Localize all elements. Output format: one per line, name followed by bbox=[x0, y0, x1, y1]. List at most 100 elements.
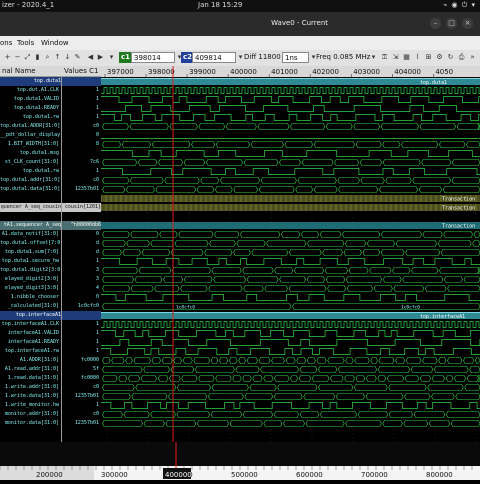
signal-name-row[interactable]: 1.write_monitor.hw bbox=[0, 401, 59, 410]
waveform-pane[interactable]: 3970003980003990004000004010004020004030… bbox=[101, 66, 480, 442]
signal-name-row[interactable]: top.duta1.ADDR[31:0] bbox=[0, 122, 59, 131]
cursor2-field[interactable]: 409814 bbox=[192, 52, 236, 63]
maximize-button[interactable]: □ bbox=[446, 18, 457, 29]
bus-value-segment bbox=[339, 187, 378, 193]
signal-name-row[interactable]: top.duta1 bbox=[0, 77, 61, 86]
signal-icon[interactable]: ⊞ bbox=[424, 53, 433, 62]
bookmark-icon[interactable]: ▾ bbox=[107, 53, 116, 62]
freq-dropdown-icon[interactable]: ▾ bbox=[369, 53, 378, 62]
signal-name-row[interactable]: monitor.data[31:0] bbox=[0, 419, 59, 428]
signal-name-row[interactable]: top.duta1.rw bbox=[0, 167, 59, 176]
signal-name-row[interactable]: interfaceA1.READY bbox=[0, 338, 59, 347]
bus-value-segment bbox=[374, 286, 392, 292]
signal-name-row[interactable]: 1.write.data[31:0] bbox=[0, 392, 59, 401]
signal-name-row[interactable]: quencer A_seq_cousin bbox=[0, 203, 61, 212]
signal-name-row[interactable]: 1.read.data[31:0] bbox=[0, 374, 59, 383]
signal-name-row[interactable]: top.duta1.VALID bbox=[0, 95, 59, 104]
signal-name-row[interactable]: 1.nibble_chooser bbox=[0, 293, 59, 302]
more-icon[interactable]: » bbox=[468, 53, 477, 62]
prev-edge-icon[interactable]: ◀ bbox=[86, 53, 95, 62]
signal-value-row: 12357b01 bbox=[62, 419, 99, 428]
bus-value-segment bbox=[275, 268, 293, 274]
zoom-in-icon[interactable]: + bbox=[3, 53, 12, 62]
zoom-out-icon[interactable]: − bbox=[13, 53, 22, 62]
values-pane[interactable]: 1111c0087c61c012357b01cousin{1201}^h0000… bbox=[61, 77, 102, 442]
signal-name-row[interactable]: A1.ADDR[31:0] bbox=[0, 356, 59, 365]
signal-name-row[interactable]: interfaceA1.VALID bbox=[0, 329, 59, 338]
signal-name-row[interactable]: 1.write.addr[31:0] bbox=[0, 383, 59, 392]
signal-name-row[interactable]: top.interfaceA1.CLK bbox=[0, 320, 59, 329]
bus-value-segment bbox=[103, 376, 118, 382]
settings-icon[interactable]: ⚙ bbox=[435, 53, 444, 62]
signal-name-row[interactable]: 1.BIT_WIDTH[31:0] bbox=[0, 140, 59, 149]
marker-icon[interactable]: ▮ bbox=[33, 53, 42, 62]
signal-name-row[interactable] bbox=[0, 212, 59, 221]
signal-name-row[interactable]: _calculated[31:0] bbox=[0, 302, 59, 311]
arrow-down-icon[interactable]: ↓ bbox=[63, 53, 72, 62]
expand-icon[interactable]: ⇲ bbox=[391, 53, 400, 62]
bus-value-segment bbox=[219, 358, 227, 364]
signal-name-row[interactable]: top.duta1.rw bbox=[0, 113, 59, 122]
signal-name-row[interactable]: top.duta1.msg bbox=[0, 149, 59, 158]
waveform-canvas[interactable]: 3970003980003990004000004010004020004030… bbox=[101, 66, 480, 442]
values-header[interactable]: Values C1 bbox=[61, 66, 101, 77]
lock-icon[interactable]: ⚿ bbox=[380, 53, 389, 62]
grid-icon[interactable]: ▦ bbox=[402, 53, 411, 62]
digital-waveform bbox=[101, 259, 480, 265]
time-unit-select[interactable]: 1ns bbox=[282, 52, 309, 63]
signal-name-row[interactable]: top.duta1.digit2[3:0] bbox=[0, 266, 59, 275]
signal-name-row[interactable]: monitor.addr[31:0] bbox=[0, 410, 59, 419]
waveform-icon[interactable]: ⌇ bbox=[413, 53, 422, 62]
bus-value-segment bbox=[103, 250, 122, 256]
search-icon[interactable]: ⌕ bbox=[43, 53, 52, 62]
zoom-fit-icon[interactable]: ⤢ bbox=[23, 53, 32, 62]
print-icon[interactable]: ⎙ bbox=[457, 53, 466, 62]
system-clock[interactable]: Jan 18 15:29 bbox=[198, 1, 242, 9]
signal-name-row[interactable]: elayed_digit2[3:0] bbox=[0, 275, 59, 284]
refresh-icon[interactable]: ↻ bbox=[446, 53, 455, 62]
signal-name-row[interactable]: A1.data_notif[31:0] bbox=[0, 230, 59, 239]
signal-name-row[interactable]: top.duta1.offset[7:0] bbox=[0, 239, 59, 248]
signal-name-row[interactable]: top.interfaceA1.rw bbox=[0, 347, 59, 356]
bus-value-segment bbox=[124, 412, 149, 418]
next-edge-icon[interactable]: ▶ bbox=[96, 53, 105, 62]
signal-name-header[interactable]: nal Name bbox=[0, 66, 61, 77]
bus-value-segment bbox=[103, 124, 129, 130]
bus-value-segment bbox=[103, 178, 129, 184]
bus-value-segment bbox=[467, 376, 479, 382]
signal-name-row[interactable]: top.duta1.addr[31:0] bbox=[0, 176, 59, 185]
signal-name-row[interactable]: elayed_digit3[3:0] bbox=[0, 284, 59, 293]
signal-name-row[interactable]: top.dut.A1.CLK bbox=[0, 86, 59, 95]
overview-panel[interactable]: 2000003000004000005000006000007000008000… bbox=[0, 442, 480, 480]
signal-name-row[interactable]: __pdt_dollar_display bbox=[0, 131, 59, 140]
menu-options[interactable]: ons bbox=[0, 39, 12, 47]
bus-value-segment bbox=[131, 286, 153, 292]
signal-name-row[interactable]: top.duta1.sum[7:0] bbox=[0, 248, 59, 257]
signal-name-row[interactable]: tA1.sequencer A_seq bbox=[0, 221, 61, 230]
bus-value-segment bbox=[283, 421, 304, 427]
signal-name-row[interactable]: top.duta1.secure_hw bbox=[0, 257, 59, 266]
menu-window[interactable]: Window bbox=[41, 39, 69, 47]
arrow-up-icon[interactable]: ↑ bbox=[53, 53, 62, 62]
overview-timeline[interactable]: 2000003000004000005000006000007000008000… bbox=[0, 442, 480, 480]
edit-icon[interactable]: ✎ bbox=[73, 53, 82, 62]
cursor1-field[interactable]: 398014 bbox=[131, 52, 175, 63]
overview-tick-label: 600000 bbox=[296, 471, 323, 479]
signal-name-pane[interactable]: top.duta1top.dut.A1.CLKtop.duta1.VALIDto… bbox=[0, 77, 61, 442]
minimize-button[interactable]: – bbox=[430, 18, 441, 29]
signal-name-row[interactable]: st_CLK_count[31:0] bbox=[0, 158, 59, 167]
bus-value-segment bbox=[103, 142, 121, 148]
system-tray[interactable]: ⌁ ◉ ⏻ ▾ bbox=[443, 1, 476, 10]
bus-value-segment bbox=[419, 187, 441, 193]
app-menu[interactable]: izer - 2020.4_1 bbox=[2, 1, 54, 9]
signal-name-row[interactable]: A1.read.addr[31:0] bbox=[0, 365, 59, 374]
signal-name-row[interactable]: top.duta1.data[31:0] bbox=[0, 185, 59, 194]
signal-name-row[interactable]: top.duta1.READY bbox=[0, 104, 59, 113]
bus-value-segment bbox=[286, 358, 295, 364]
close-button[interactable]: × bbox=[462, 18, 473, 29]
signal-name-row[interactable]: top.interfaceA1 bbox=[0, 311, 61, 320]
signal-value-row: 1 bbox=[62, 320, 99, 329]
menu-tools[interactable]: Tools bbox=[17, 39, 34, 47]
signal-name-row[interactable] bbox=[0, 194, 59, 203]
bus-value-segment bbox=[302, 160, 333, 166]
